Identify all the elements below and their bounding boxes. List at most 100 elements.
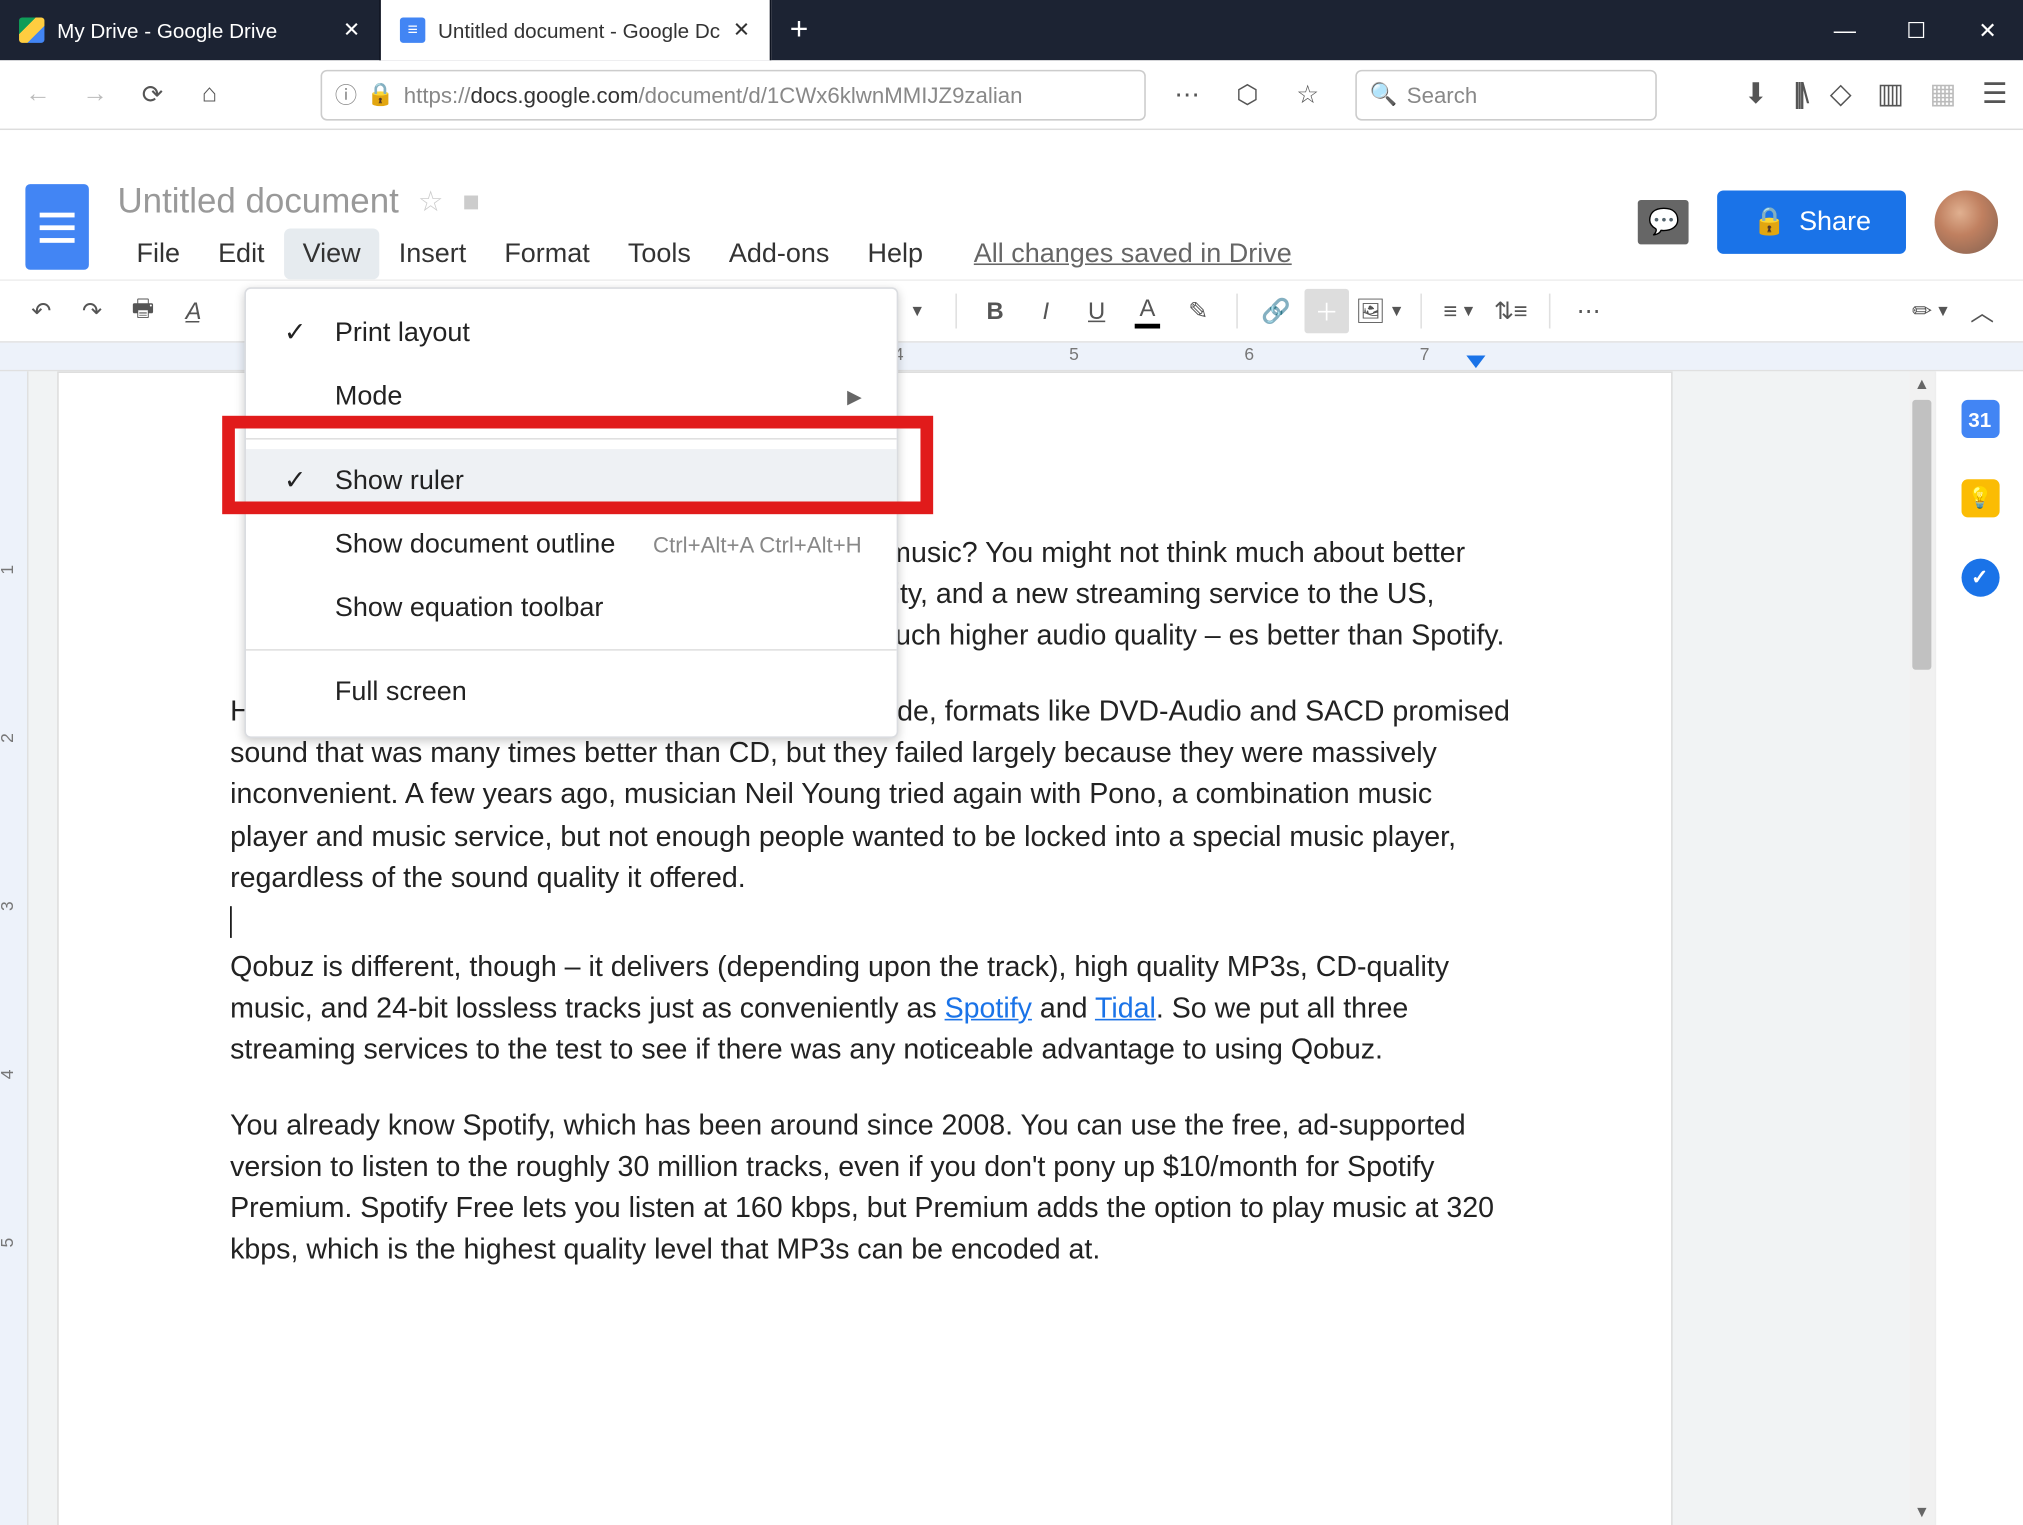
link-tidal[interactable]: Tidal <box>1095 992 1156 1024</box>
minimize-button[interactable]: — <box>1809 0 1880 60</box>
close-window-button[interactable]: ✕ <box>1952 0 2023 60</box>
font-dropdown[interactable]: ▼ <box>895 289 939 333</box>
menu-view[interactable]: View <box>284 229 380 280</box>
forward-button[interactable]: → <box>73 72 117 116</box>
menu-edit[interactable]: Edit <box>199 229 284 280</box>
docs-logo-icon[interactable] <box>25 184 88 270</box>
editing-mode-button[interactable]: ✏▼ <box>1909 289 1953 333</box>
reload-button[interactable]: ⟳ <box>130 72 174 116</box>
tab-title: Untitled document - Google Dc <box>438 18 720 42</box>
insert-link-button[interactable]: 🔗 <box>1254 289 1298 333</box>
tab-title: My Drive - Google Drive <box>57 18 277 42</box>
align-button[interactable]: ≡▼ <box>1438 289 1482 333</box>
extension-icon[interactable]: ▦ <box>1930 78 1957 111</box>
docs-icon: ≡ <box>400 17 425 42</box>
library-icon[interactable]: |||\ <box>1793 78 1804 111</box>
side-panel: 31 💡 ✓ <box>1935 371 2023 1525</box>
close-icon[interactable]: ✕ <box>343 17 360 42</box>
text-color-button[interactable]: A <box>1125 289 1169 333</box>
share-button[interactable]: 🔒 Share <box>1718 190 1906 253</box>
tasks-icon[interactable]: ✓ <box>1961 559 1999 597</box>
close-icon[interactable]: ✕ <box>733 17 750 42</box>
menu-separator <box>246 438 897 440</box>
menu-separator <box>246 649 897 651</box>
collapse-toolbar-button[interactable]: ︿ <box>1960 289 2004 333</box>
menu-file[interactable]: File <box>117 229 199 280</box>
underline-button[interactable]: U <box>1074 289 1118 333</box>
menu-item-mode[interactable]: Mode ▶ <box>246 365 897 428</box>
browser-titlebar: My Drive - Google Drive ✕ ≡ Untitled doc… <box>0 0 2023 60</box>
undo-button[interactable]: ↶ <box>19 289 63 333</box>
menu-help[interactable]: Help <box>848 229 942 280</box>
menu-item-full-screen[interactable]: Full screen <box>246 660 897 723</box>
new-tab-button[interactable]: + <box>771 0 828 60</box>
comments-button[interactable]: 💬 <box>1639 200 1690 244</box>
text-cursor <box>230 906 232 938</box>
line-spacing-button[interactable]: ⇅≡ <box>1489 289 1533 333</box>
folder-icon[interactable]: ■ <box>463 185 480 218</box>
star-icon[interactable]: ☆ <box>418 185 444 218</box>
window-controls: — ☐ ✕ <box>1809 0 2023 60</box>
menu-addons[interactable]: Add-ons <box>710 229 849 280</box>
sidebar-icon[interactable]: ▥ <box>1877 78 1904 111</box>
insert-comment-button[interactable]: ＋ <box>1305 289 1349 333</box>
search-icon: 🔍 <box>1370 81 1398 108</box>
highlight-button[interactable]: ✎ <box>1176 289 1220 333</box>
downloads-icon[interactable]: ⬇ <box>1744 78 1768 111</box>
back-button[interactable]: ← <box>16 72 60 116</box>
more-toolbar-button[interactable]: ⋯ <box>1566 289 1610 333</box>
bold-button[interactable]: B <box>973 289 1017 333</box>
redo-button[interactable]: ↷ <box>70 289 114 333</box>
vertical-scrollbar[interactable]: ▲ ▼ <box>1909 371 1934 1525</box>
view-menu-dropdown: ✓ Print layout Mode ▶ ✓ Show ruler Show … <box>244 287 898 738</box>
document-title[interactable]: Untitled document <box>117 181 398 222</box>
calendar-icon[interactable]: 31 <box>1961 400 1999 438</box>
user-avatar[interactable] <box>1935 190 1998 253</box>
browser-tab-docs[interactable]: ≡ Untitled document - Google Dc ✕ <box>381 0 771 60</box>
browser-tab-drive[interactable]: My Drive - Google Drive ✕ <box>0 0 381 60</box>
docs-menubar: File Edit View Insert Format Tools Add-o… <box>117 229 1638 280</box>
ruler-right-marker[interactable] <box>1466 355 1485 368</box>
menu-item-print-layout[interactable]: ✓ Print layout <box>246 302 897 365</box>
browser-toolbar: ← → ⟳ ⌂ ⓘ 🔒 https://docs.google.com/docu… <box>0 60 2023 130</box>
lock-icon: 🔒 <box>367 81 395 108</box>
docs-header: Untitled document ☆ ■ File Edit View Ins… <box>0 168 2023 279</box>
menu-item-show-equation[interactable]: Show equation toolbar <box>246 576 897 639</box>
menu-tools[interactable]: Tools <box>609 229 710 280</box>
print-button[interactable]: 🖶 <box>121 289 165 333</box>
share-label: Share <box>1799 206 1871 238</box>
shield-icon: ⓘ <box>335 79 357 111</box>
keep-icon[interactable]: 💡 <box>1961 479 1999 517</box>
scroll-up-button[interactable]: ▲ <box>1909 371 1934 396</box>
paragraph[interactable]: Qobuz is different, though – it delivers… <box>230 946 1515 1070</box>
menu-icon[interactable]: ☰ <box>1982 78 2008 111</box>
save-status[interactable]: All changes saved in Drive <box>974 229 1292 280</box>
more-icon[interactable]: ⋯ <box>1165 72 1209 116</box>
pocket-icon[interactable]: ⬡ <box>1225 72 1269 116</box>
menu-insert[interactable]: Insert <box>380 229 486 280</box>
url-text: https://docs.google.com/document/d/1CWx6… <box>404 82 1132 107</box>
url-bar[interactable]: ⓘ 🔒 https://docs.google.com/document/d/1… <box>321 69 1146 120</box>
home-button[interactable]: ⌂ <box>187 72 231 116</box>
drive-icon <box>19 17 44 42</box>
browser-tabs: My Drive - Google Drive ✕ ≡ Untitled doc… <box>0 0 827 60</box>
check-icon: ✓ <box>281 465 310 497</box>
spellcheck-button[interactable]: A̲ <box>171 289 215 333</box>
maximize-button[interactable]: ☐ <box>1881 0 1952 60</box>
vertical-ruler[interactable]: 1 2 3 4 5 <box>0 371 29 1525</box>
paragraph[interactable]: You already know Spotify, which has been… <box>230 1105 1515 1271</box>
menu-item-show-ruler[interactable]: ✓ Show ruler <box>246 449 897 512</box>
protection-icon[interactable]: ◇ <box>1830 78 1852 111</box>
check-icon: ✓ <box>281 317 310 349</box>
link-spotify[interactable]: Spotify <box>945 992 1032 1024</box>
menu-format[interactable]: Format <box>485 229 609 280</box>
bookmark-star-icon[interactable]: ☆ <box>1285 72 1329 116</box>
insert-image-button[interactable]: 🖼▼ <box>1355 289 1404 333</box>
menu-item-show-outline[interactable]: Show document outline Ctrl+Alt+A Ctrl+Al… <box>246 513 897 576</box>
browser-search[interactable]: 🔍 Search <box>1355 69 1657 120</box>
submenu-caret-icon: ▶ <box>847 386 862 408</box>
scrollbar-thumb[interactable] <box>1912 400 1931 670</box>
italic-button[interactable]: I <box>1024 289 1068 333</box>
lock-icon: 🔒 <box>1753 206 1787 238</box>
scroll-down-button[interactable]: ▼ <box>1909 1500 1934 1525</box>
